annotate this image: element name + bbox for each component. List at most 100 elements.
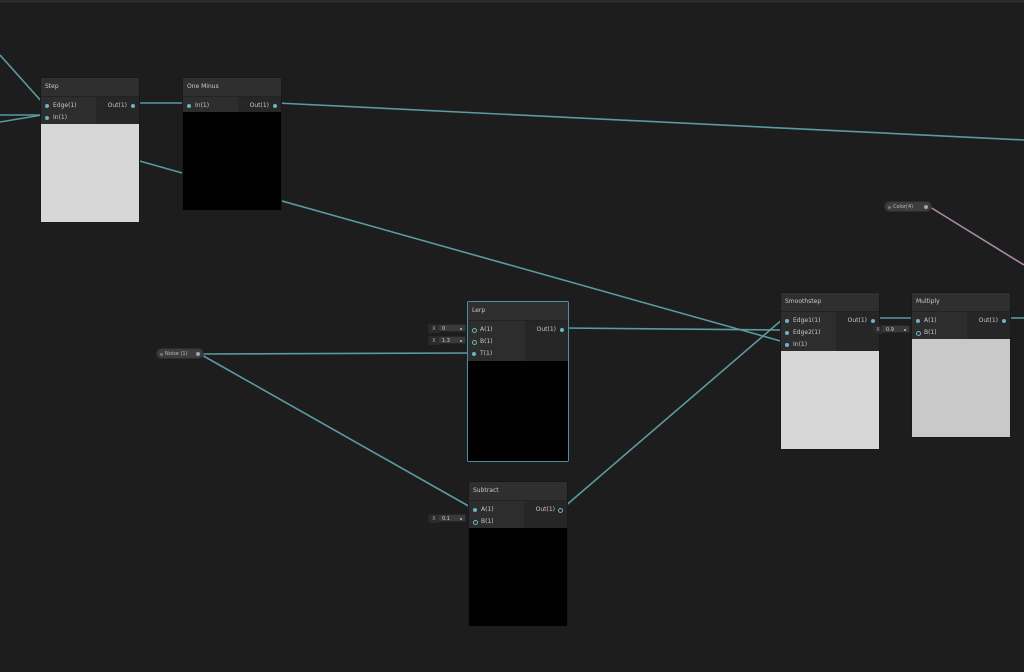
port-dot-icon[interactable] [916, 319, 920, 323]
node-preview [781, 351, 879, 449]
port-dot-icon[interactable] [45, 104, 49, 108]
input-port-t[interactable]: T(1) [468, 348, 525, 360]
color-property-node[interactable]: Color(4) [884, 201, 932, 212]
multiply-node[interactable]: Multiply A(1) B(1) Out(1) [911, 292, 1011, 438]
noise-property-node[interactable]: Noise (1) [156, 348, 204, 359]
port-dot-icon[interactable] [45, 116, 49, 120]
lerp-node[interactable]: Lerp A(1) B(1) T(1) Out(1) [467, 301, 569, 462]
port-dot-icon[interactable] [1002, 319, 1006, 323]
node-preview [468, 361, 568, 461]
wire-offscreen-to-step-in-2 [0, 114, 43, 123]
wire-color-to-offscreen [929, 206, 1024, 266]
input-port-a[interactable]: A(1) [468, 324, 525, 336]
output-port-icon[interactable] [924, 205, 928, 209]
output-port-out[interactable]: Out(1) [238, 100, 281, 112]
port-dot-icon[interactable] [871, 319, 875, 323]
step-node[interactable]: Step Edge(1) In(1) Out(1) [40, 77, 140, 223]
field-axis-label: X [429, 515, 439, 523]
port-label: A(1) [480, 326, 493, 333]
port-label: B(1) [480, 338, 493, 345]
output-port-out[interactable]: Out(1) [96, 100, 139, 112]
field-value[interactable]: 1.3 [439, 338, 450, 344]
color-property-label: Color(4) [893, 204, 914, 210]
port-label: A(1) [481, 506, 494, 513]
node-title: Smoothstep [781, 293, 879, 312]
port-dot-icon[interactable] [131, 104, 135, 108]
input-port-a[interactable]: A(1) [469, 504, 524, 516]
subtract-b-value-field[interactable]: X 0.1 [428, 514, 466, 523]
port-label: B(1) [481, 518, 494, 525]
input-port-b[interactable]: B(1) [469, 516, 524, 528]
lerp-b-value-field[interactable]: X 1.3 [428, 336, 466, 345]
field-axis-label: X [873, 326, 883, 334]
input-port-b[interactable]: B(1) [468, 336, 525, 348]
port-label: Out(1) [249, 102, 269, 109]
port-label: Edge1(1) [793, 317, 821, 324]
lerp-a-value-field[interactable]: X0 [428, 324, 466, 333]
port-dot-icon[interactable] [273, 104, 277, 108]
field-axis-label: X [429, 325, 439, 333]
input-port-b[interactable]: B(1) [912, 327, 967, 339]
wire-oneminus-to-offscreen [276, 102, 1024, 141]
wire-offscreen-to-step-edge [0, 54, 43, 103]
one-minus-node[interactable]: One Minus In(1) Out(1) [182, 77, 282, 211]
port-label: Out(1) [535, 506, 555, 513]
port-dot-icon[interactable] [916, 331, 921, 336]
port-dot-icon[interactable] [473, 508, 477, 512]
port-dot-icon[interactable] [558, 508, 563, 513]
port-label: Out(1) [978, 317, 998, 324]
port-label: Out(1) [107, 102, 127, 109]
port-dot-icon[interactable] [785, 319, 789, 323]
port-dot-icon[interactable] [472, 352, 476, 356]
port-dot-icon[interactable] [560, 328, 564, 332]
node-preview [469, 528, 567, 626]
input-port-in[interactable]: In(1) [183, 100, 238, 112]
node-preview [912, 339, 1010, 437]
noise-property-label: Noise (1) [165, 351, 188, 357]
port-dot-icon[interactable] [473, 520, 478, 525]
input-port-in[interactable]: In(1) [41, 112, 96, 124]
output-port-out[interactable]: Out(1) [967, 315, 1010, 327]
property-pin-icon [160, 353, 163, 356]
property-pin-icon [888, 206, 891, 209]
output-port-icon[interactable] [196, 352, 200, 356]
node-title: One Minus [183, 78, 281, 97]
port-label: Edge(1) [53, 102, 77, 109]
port-label: Out(1) [847, 317, 867, 324]
port-label: In(1) [53, 114, 68, 121]
input-port-in[interactable]: In(1) [781, 339, 836, 351]
port-dot-icon[interactable] [785, 331, 789, 335]
port-label: In(1) [793, 341, 808, 348]
node-preview [41, 124, 139, 222]
port-dot-icon[interactable] [472, 328, 477, 333]
output-port-out[interactable]: Out(1) [525, 324, 568, 336]
connector-icon [460, 518, 462, 520]
input-port-edge1[interactable]: Edge1(1) [781, 315, 836, 327]
port-dot-icon[interactable] [785, 343, 789, 347]
output-port-out[interactable]: Out(1) [524, 504, 567, 516]
multiply-b-value-field[interactable]: X 0.9 [872, 325, 910, 334]
wire-noise-to-subtract-a [199, 353, 473, 509]
node-title: Multiply [912, 293, 1010, 312]
smoothstep-node[interactable]: Smoothstep Edge1(1) Edge2(1) In(1) Out(1… [780, 292, 880, 450]
input-port-edge2[interactable]: Edge2(1) [781, 327, 836, 339]
wire-lerp-to-smoothstep-edge2 [562, 327, 785, 331]
connector-icon [460, 340, 462, 342]
port-dot-icon[interactable] [472, 340, 477, 345]
node-title: Step [41, 78, 139, 97]
field-axis-label: X [429, 337, 439, 345]
subtract-node[interactable]: Subtract A(1) B(1) Out(1) [468, 481, 568, 627]
node-title: Lerp [468, 302, 568, 321]
field-value[interactable]: 0.1 [439, 516, 450, 522]
port-label: B(1) [924, 329, 937, 336]
input-port-a[interactable]: A(1) [912, 315, 967, 327]
wire-subtract-to-smoothstep-edge1 [562, 317, 785, 509]
connector-icon [460, 328, 462, 330]
field-value[interactable]: 0 [439, 326, 445, 332]
port-dot-icon[interactable] [187, 104, 191, 108]
input-port-edge[interactable]: Edge(1) [41, 100, 96, 112]
graph-toolbar [0, 0, 1024, 4]
port-label: Edge2(1) [793, 329, 821, 336]
field-value[interactable]: 0.9 [883, 327, 894, 333]
node-title: Subtract [469, 482, 567, 501]
